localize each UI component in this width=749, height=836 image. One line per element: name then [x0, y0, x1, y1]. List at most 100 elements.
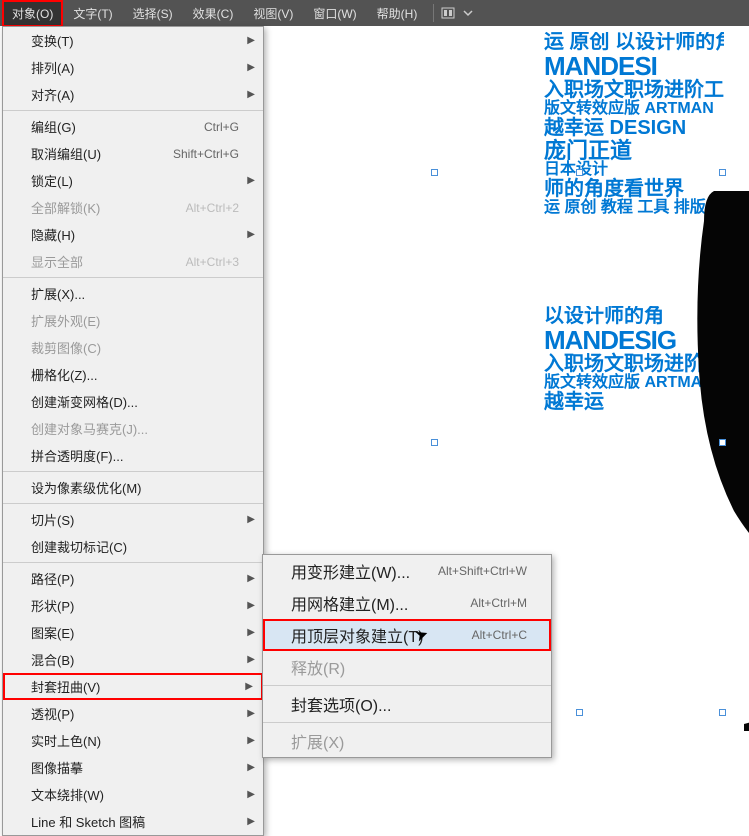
menu-item-label: 设为像素级优化(M) [31, 478, 142, 497]
menu-item[interactable]: 混合(B) ▶ [3, 646, 263, 673]
selection-handle[interactable] [576, 169, 583, 176]
menu-item-label: 裁剪图像(C) [31, 338, 101, 357]
art-line: 庞门正道 [544, 139, 724, 162]
menu-item[interactable]: 路径(P) ▶ [3, 565, 263, 592]
submenu-item[interactable]: 用网格建立(M)...Alt+Ctrl+M [263, 587, 551, 619]
chevron-right-icon: ▶ [247, 600, 255, 611]
menu-item[interactable]: 创建裁切标记(C) [3, 533, 263, 560]
menu-shortcut: Ctrl+G [204, 120, 239, 134]
chevron-right-icon: ▶ [247, 573, 255, 584]
menu-item: 裁剪图像(C) [3, 334, 263, 361]
menu-help[interactable]: 帮助(H) [367, 0, 428, 27]
menu-effect[interactable]: 效果(C) [183, 0, 244, 27]
menu-item[interactable]: 对齐(A) ▶ [3, 81, 263, 108]
art-line: 版文转效应版 ARTMAN [544, 101, 724, 118]
menu-separator [3, 562, 263, 563]
menu-item[interactable]: 文本绕排(W)▶ [3, 781, 263, 808]
menu-item[interactable]: 图案(E)▶ [3, 619, 263, 646]
menu-item: 全部解锁(K)Alt+Ctrl+2 [3, 194, 263, 221]
envelope-distort-submenu: 用变形建立(W)...Alt+Shift+Ctrl+W用网格建立(M)...Al… [262, 554, 552, 758]
menu-item[interactable]: 拼合透明度(F)... [3, 442, 263, 469]
menu-separator [263, 722, 551, 723]
menu-item-label: Line 和 Sketch 图稿 [31, 812, 145, 831]
menu-item[interactable]: 设为像素级优化(M) [3, 474, 263, 501]
submenu-item-label: 释放(R) [291, 655, 345, 679]
menu-item-label: 显示全部 [31, 252, 83, 271]
menu-item[interactable]: 隐藏(H)▶ [3, 221, 263, 248]
chevron-right-icon: ▶ [247, 89, 255, 100]
menu-item[interactable]: 形状(P) ▶ [3, 592, 263, 619]
wine-glass-shape[interactable] [694, 191, 749, 731]
chevron-right-icon: ▶ [247, 735, 255, 746]
selection-handle[interactable] [719, 439, 726, 446]
menu-separator [3, 110, 263, 111]
menu-item-label: 扩展(X)... [31, 284, 85, 303]
submenu-item-label: 用网格建立(M)... [291, 591, 408, 615]
menu-separator [3, 503, 263, 504]
menu-item-label: 切片(S) [31, 510, 74, 529]
menu-item[interactable]: 创建渐变网格(D)... [3, 388, 263, 415]
menu-shortcut: Alt+Ctrl+C [472, 628, 527, 642]
submenu-item: 扩展(X) [263, 725, 551, 757]
menu-item: 创建对象马赛克(J)... [3, 415, 263, 442]
menu-item[interactable]: 取消编组(U)Shift+Ctrl+G [3, 140, 263, 167]
chevron-right-icon: ▶ [245, 681, 253, 692]
menu-item-label: 锁定(L) [31, 171, 73, 190]
menu-object[interactable]: 对象(O) [2, 0, 63, 27]
menu-item-label: 形状(P) [31, 596, 74, 615]
menu-shortcut: Alt+Ctrl+3 [186, 255, 239, 269]
menu-view[interactable]: 视图(V) [243, 0, 303, 27]
menu-item[interactable]: 锁定(L)▶ [3, 167, 263, 194]
toolbar-separator [433, 4, 434, 22]
menu-item[interactable]: 扩展(X)... [3, 280, 263, 307]
menu-item[interactable]: 排列(A)▶ [3, 54, 263, 81]
submenu-item[interactable]: 封套选项(O)... [263, 688, 551, 720]
menu-item-label: 创建裁切标记(C) [31, 537, 127, 556]
menu-item-label: 混合(B) [31, 650, 74, 669]
selection-handle[interactable] [431, 169, 438, 176]
menubar: 对象(O) 文字(T) 选择(S) 效果(C) 视图(V) 窗口(W) 帮助(H… [0, 0, 749, 26]
menu-item[interactable]: 编组(G) Ctrl+G [3, 113, 263, 140]
menu-separator [3, 277, 263, 278]
submenu-item: 释放(R) [263, 651, 551, 683]
submenu-item[interactable]: 用顶层对象建立(T) Alt+Ctrl+C [263, 619, 551, 651]
menu-item[interactable]: Line 和 Sketch 图稿▶ [3, 808, 263, 835]
menu-item[interactable]: 封套扭曲(V) ▶ [3, 673, 263, 700]
menu-select[interactable]: 选择(S) [123, 0, 183, 27]
selection-handle[interactable] [719, 169, 726, 176]
menu-item-label: 实时上色(N) [31, 731, 101, 750]
dropdown-icon[interactable] [460, 5, 476, 21]
menu-item-label: 封套扭曲(V) [31, 677, 100, 696]
menu-item[interactable]: 图像描摹 ▶ [3, 754, 263, 781]
menu-item-label: 图像描摹 [31, 758, 83, 777]
menu-item[interactable]: 切片(S) ▶ [3, 506, 263, 533]
menu-item-label: 对齐(A) [31, 85, 74, 104]
menu-separator [3, 471, 263, 472]
chevron-right-icon: ▶ [247, 762, 255, 773]
chevron-right-icon: ▶ [247, 229, 255, 240]
menu-type[interactable]: 文字(T) [63, 0, 122, 27]
selection-handle[interactable] [576, 709, 583, 716]
menu-separator [263, 685, 551, 686]
selection-handle[interactable] [719, 709, 726, 716]
menu-item[interactable]: 变换(T)▶ [3, 27, 263, 54]
selection-handle[interactable] [431, 439, 438, 446]
art-line: 日本设计 [544, 162, 724, 179]
submenu-item-label: 用顶层对象建立(T) [291, 623, 423, 647]
menu-item[interactable]: 实时上色(N) ▶ [3, 727, 263, 754]
chevron-right-icon: ▶ [247, 654, 255, 665]
menu-item-label: 路径(P) [31, 569, 74, 588]
chevron-right-icon: ▶ [247, 514, 255, 525]
menu-item-label: 扩展外观(E) [31, 311, 100, 330]
bridge-icon[interactable] [440, 5, 456, 21]
menu-item: 扩展外观(E) [3, 307, 263, 334]
menu-item-label: 编组(G) [31, 117, 76, 136]
chevron-right-icon: ▶ [247, 627, 255, 638]
menu-item-label: 排列(A) [31, 58, 74, 77]
submenu-item[interactable]: 用变形建立(W)...Alt+Shift+Ctrl+W [263, 555, 551, 587]
menu-item-label: 栅格化(Z)... [31, 365, 97, 384]
object-menu-dropdown: 变换(T)▶排列(A)▶对齐(A)▶编组(G)Ctrl+G取消编组(U)Shif… [2, 26, 264, 836]
menu-item[interactable]: 栅格化(Z)... [3, 361, 263, 388]
menu-item-label: 全部解锁(K) [31, 198, 100, 217]
menu-window[interactable]: 窗口(W) [303, 0, 366, 27]
